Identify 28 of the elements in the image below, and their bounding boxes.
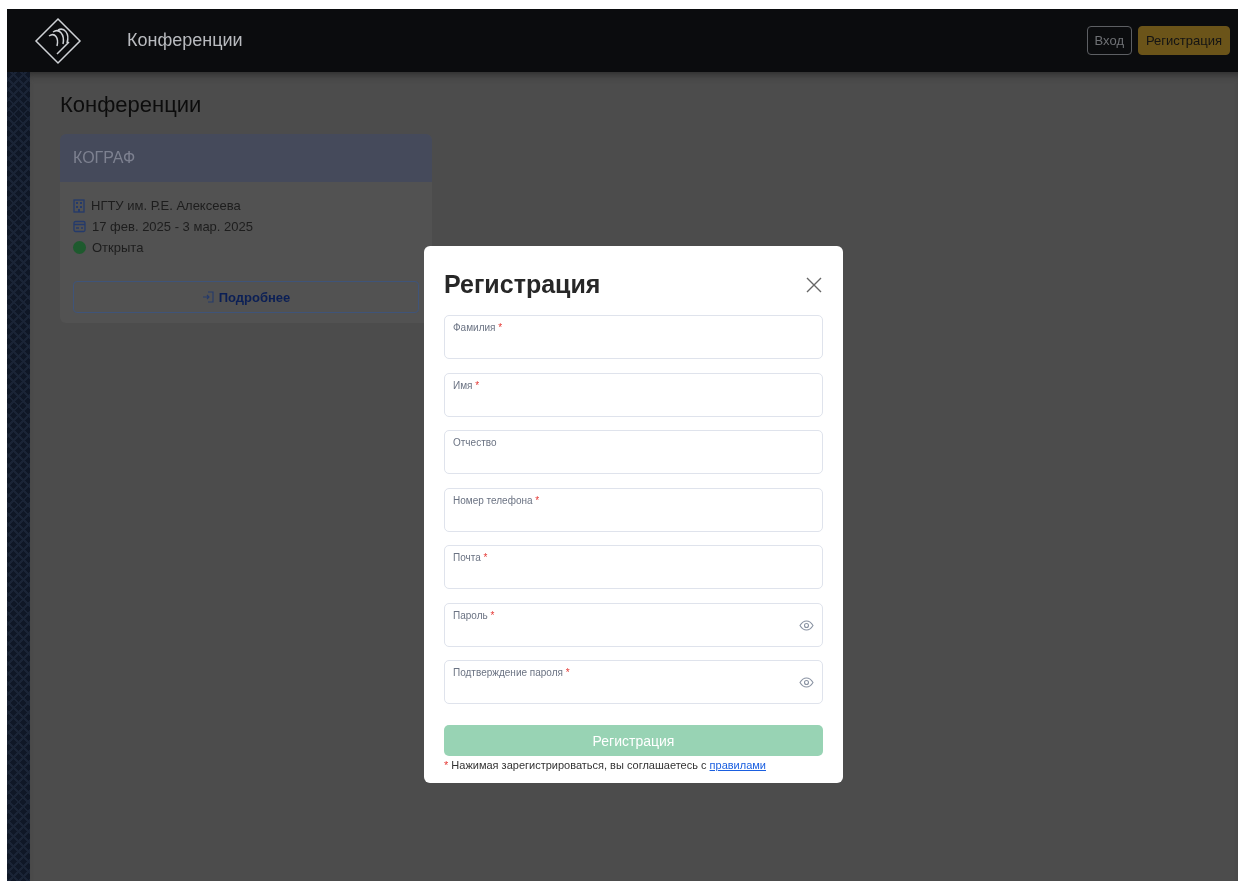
rules-link[interactable]: правилами <box>709 759 766 771</box>
calendar-icon <box>73 220 86 233</box>
input-field[interactable]: Пароль * <box>444 602 823 647</box>
logo-icon <box>33 15 83 66</box>
input-field[interactable]: Отчество <box>444 430 823 474</box>
input-field[interactable]: Почта * <box>444 545 823 589</box>
login-button[interactable]: Вход <box>1086 26 1132 55</box>
field-label: Пароль * <box>453 609 495 621</box>
terms-note: * Нажимая зарегистрироваться, вы соглашаетесь с правилами <box>444 759 767 771</box>
building-icon <box>73 198 85 213</box>
input-field[interactable]: Фамилия * <box>444 315 823 359</box>
field-label: Подтверждение пароля * <box>453 667 570 678</box>
field-label: Отчество <box>453 437 497 448</box>
close-icon[interactable] <box>805 275 823 294</box>
input-field[interactable]: Номер телефона * <box>444 487 823 532</box>
login-icon <box>201 291 214 303</box>
eye-icon[interactable] <box>799 619 814 631</box>
field-label: Имя * <box>453 379 480 391</box>
eye-icon[interactable] <box>799 677 814 688</box>
page-title: Конференции <box>60 92 203 118</box>
dialog-title: Регистрация <box>444 270 601 299</box>
input-field[interactable]: Подтверждение пароля * <box>444 660 823 704</box>
input-field[interactable]: Имя * <box>444 372 823 417</box>
card-title: КОГРАФ <box>60 134 432 182</box>
site-title: Конференции <box>127 30 244 51</box>
field-label: Фамилия * <box>453 322 503 333</box>
field-label: Почта * <box>453 552 488 563</box>
field-label: Номер телефона * <box>453 494 540 506</box>
